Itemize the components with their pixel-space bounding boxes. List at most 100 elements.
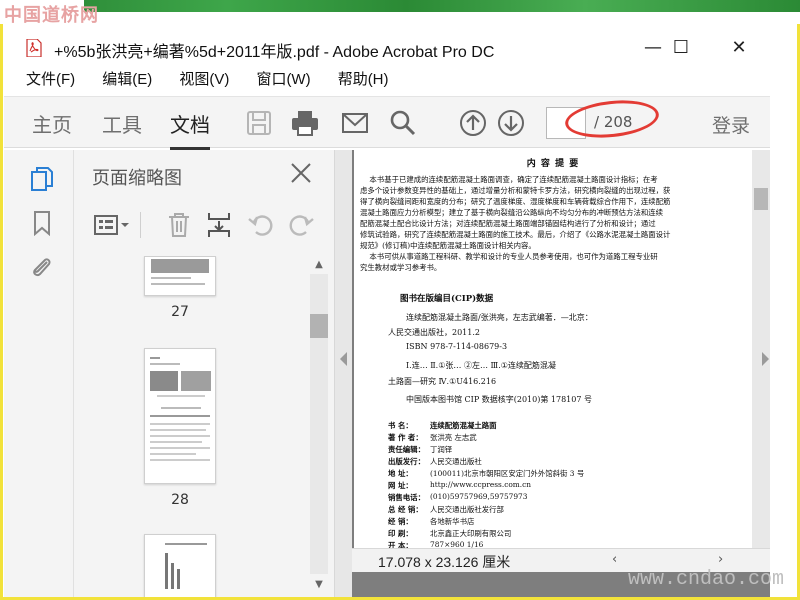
thumbnail-text: [150, 415, 210, 417]
colophon-key: 销售电话：: [388, 493, 425, 502]
attachment-icon[interactable]: [30, 254, 54, 280]
tab-tools[interactable]: 工具: [102, 109, 142, 138]
page-size: 17.078 x 23.126 厘米: [378, 554, 511, 570]
page-down-icon[interactable]: [496, 108, 526, 138]
scroll-up-arrow[interactable]: ▲: [313, 260, 325, 270]
watermark-bottom: www.cndao.com: [628, 568, 785, 591]
menu-help[interactable]: 帮助(H): [338, 66, 389, 94]
login-button[interactable]: 登录: [712, 111, 750, 138]
document-view[interactable]: 内 容 提 要 本书基于已建成的连续配筋混凝土路面调查，确定了连续配筋混凝土路面…: [352, 150, 770, 597]
panel-splitter[interactable]: [334, 150, 352, 597]
tab-document[interactable]: 文档: [170, 109, 210, 150]
thumbnail-label: 28: [171, 492, 189, 508]
menu-edit[interactable]: 编辑(E): [102, 66, 152, 94]
colophon-key: 书 名：: [388, 421, 413, 430]
top-strip: 中国道桥网: [0, 0, 800, 26]
thumbnail-text: [151, 277, 191, 279]
thumbnail-scrollbar[interactable]: ▲ ▼: [310, 260, 328, 592]
thumbnail-text: [150, 357, 160, 359]
cip-title: 图书在版编目(CIP)数据: [400, 294, 494, 304]
thumbnail-toolbar: [74, 204, 334, 246]
summary-line: 本书可供从事道路工程科研、教学和设计的专业人员参考使用，也可作为道路工程专业研: [360, 252, 658, 261]
document-scroll-thumb[interactable]: [754, 188, 768, 210]
green-banner: [84, 0, 800, 12]
thumbnail-panel: 页面缩略图 27 28 ▲ ▼: [74, 150, 334, 597]
page-thumbnails-icon[interactable]: [30, 166, 54, 192]
panel-title: 页面缩略图: [92, 168, 182, 189]
thumbnail-page-29[interactable]: [144, 534, 216, 597]
thumbnail-text: [150, 423, 210, 425]
colophon-key: 经 销：: [388, 517, 413, 526]
window-title: +%5b张洪亮+编著%5d+2011年版.pdf - Adobe Acrobat…: [54, 44, 495, 61]
menu-bar: 文件(F) 编辑(E) 视图(V) 窗口(W) 帮助(H): [4, 66, 796, 94]
left-rail: [4, 150, 74, 597]
colophon-value: 丁润铎: [430, 445, 453, 454]
thumbnail-text: [150, 363, 180, 365]
scroll-right-arrow[interactable]: ›: [718, 552, 723, 567]
thumbnail-text: [150, 441, 202, 443]
menu-file[interactable]: 文件(F): [26, 66, 75, 94]
thumbnail-text: [150, 453, 196, 455]
toolbar: 主页 工具 文档 / 208 登录: [4, 96, 770, 150]
print-icon[interactable]: [290, 108, 320, 138]
thumbnail-label: 27: [171, 304, 189, 320]
cip-line: ISBN 978-7-114-08679-3: [406, 342, 508, 351]
summary-line: 混凝土路面应力分析模型；建立了基于横向裂缝沿公路纵向不均匀分布的冲断预估方法和连…: [360, 208, 664, 217]
bookmark-icon[interactable]: [30, 210, 54, 236]
close-panel-icon[interactable]: [288, 160, 314, 186]
colophon-value: 人民交通出版社: [430, 457, 482, 466]
document-scrollbar[interactable]: [752, 150, 770, 550]
summary-line: 配筋混凝土配合比设计方法；对连续配筋混凝土路面端部锚固结构进行了分析和设计；通过: [360, 219, 656, 228]
scroll-thumb[interactable]: [310, 314, 328, 338]
colophon-key: 出版发行：: [388, 457, 425, 466]
thumbnail-page-27[interactable]: [144, 256, 216, 296]
scroll-down-arrow[interactable]: ▼: [313, 580, 325, 590]
close-button[interactable]: ✕: [724, 34, 754, 62]
colophon-key: 著 作 者：: [388, 433, 423, 442]
doc-heading: 内 容 提 要: [526, 159, 580, 169]
thumbnail-text: [161, 407, 201, 409]
colophon-key: 责任编辑：: [388, 445, 425, 454]
summary-line: 得了横向裂缝间距和宽度的分布；研究了温度梯度、湿度梯度和车辆荷载综合作用下，连续…: [360, 197, 671, 206]
colophon-value: 张洪亮 左志武: [430, 433, 477, 442]
toolbar-separator: [140, 212, 141, 238]
email-icon[interactable]: [340, 108, 370, 138]
thumbnail-chart: [171, 563, 174, 589]
rotate-right-icon[interactable]: [286, 210, 316, 240]
collapse-panel-icon[interactable]: [340, 352, 347, 366]
save-icon[interactable]: [244, 108, 274, 138]
thumbnail-text: [157, 395, 205, 397]
options-menu-icon[interactable]: [92, 210, 132, 240]
scroll-left-arrow[interactable]: ‹: [612, 552, 617, 567]
thumbnail-photo: [181, 371, 211, 391]
colophon-value: (100011)北京市朝阳区安定门外外馆斜街 3 号: [430, 469, 585, 478]
cip-line: Ⅰ.连… Ⅱ.①张… ②左… Ⅲ.①连续配筋混凝: [406, 361, 556, 370]
page-up-icon[interactable]: [458, 108, 488, 138]
menu-view[interactable]: 视图(V): [179, 66, 229, 94]
cip-line: 中国版本图书馆 CIP 数据核字(2010)第 178107 号: [406, 395, 592, 404]
tab-home[interactable]: 主页: [32, 109, 72, 138]
cip-line: 连续配筋混凝土路面/张洪亮，左志武编著．—北京：: [406, 313, 593, 322]
thumbnail-chart: [177, 569, 180, 589]
thumbnail-text: [150, 459, 210, 461]
thumbnail-page-28[interactable]: [144, 348, 216, 484]
minimize-button[interactable]: —: [638, 34, 668, 62]
thumbnail-text: [151, 283, 205, 285]
pdf-page: 内 容 提 要 本书基于已建成的连续配筋混凝土路面调查，确定了连续配筋混凝土路面…: [354, 150, 752, 550]
maximize-button[interactable]: ☐: [666, 34, 696, 62]
watermark-top: 中国道桥网: [4, 5, 99, 26]
rotate-left-icon[interactable]: [246, 210, 276, 240]
summary-line: 究生教材或学习参考书。: [360, 263, 442, 272]
colophon-value: (010)59757969,59757973: [430, 492, 528, 501]
delete-icon[interactable]: [164, 210, 194, 240]
extract-pages-icon[interactable]: [204, 210, 234, 240]
cip-line: 土路面—研究 Ⅳ.①U416.216: [388, 377, 497, 386]
summary-line: 规范》(修订稿)中连续配筋混凝土路面设计相关内容。: [360, 241, 536, 250]
summary-line: 虑多个设计参数变异性的基础上，通过增量分析和蒙特卡罗方法，研究横向裂缝的出现过程…: [360, 186, 671, 195]
colophon-key: 印 刷：: [388, 529, 413, 538]
right-panel-toggle-icon[interactable]: [762, 352, 769, 366]
colophon-value: http://www.ccpress.com.cn: [430, 480, 532, 489]
menu-window[interactable]: 窗口(W): [256, 66, 310, 94]
search-icon[interactable]: [388, 108, 418, 138]
thumbnail-text: [165, 543, 207, 545]
